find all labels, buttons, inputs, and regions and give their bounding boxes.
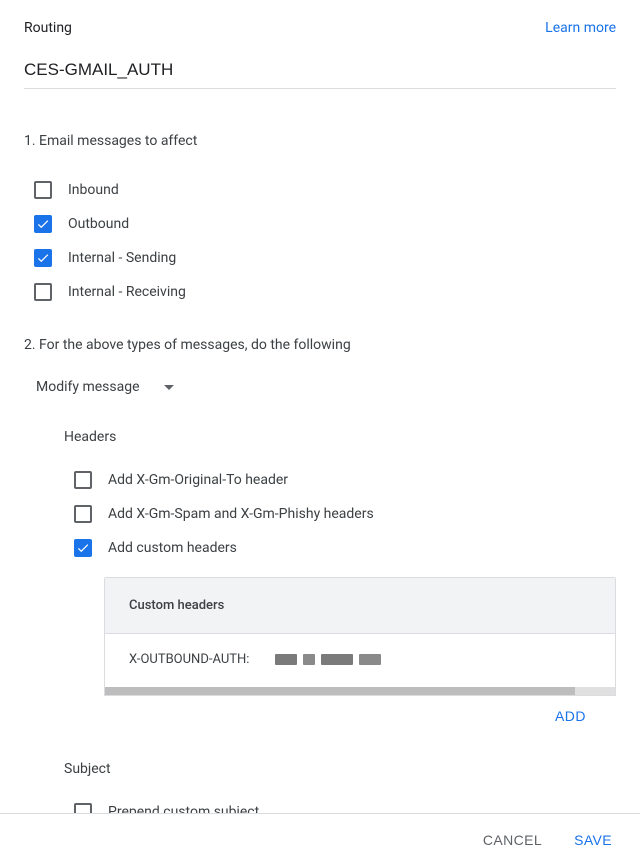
dialog-title: Routing: [24, 20, 72, 36]
checkbox-row-inbound[interactable]: Inbound: [24, 173, 616, 207]
cancel-button[interactable]: CANCEL: [479, 824, 546, 856]
checkbox-custom-headers[interactable]: [74, 539, 92, 557]
redacted-value: [275, 654, 297, 665]
horizontal-scrollbar[interactable]: [105, 687, 615, 695]
checkbox-inbound[interactable]: [34, 181, 52, 199]
checkbox-prepend-subject[interactable]: [74, 803, 92, 813]
checkbox-row-outbound[interactable]: Outbound: [24, 207, 616, 241]
add-header-row: ADD: [24, 696, 616, 725]
checkbox-label: Inbound: [68, 182, 119, 198]
checkbox-row-original-to[interactable]: Add X-Gm-Original-To header: [24, 463, 616, 497]
action-dropdown-label: Modify message: [36, 379, 140, 395]
headers-section-label: Headers: [64, 429, 616, 445]
save-button[interactable]: SAVE: [570, 824, 616, 856]
custom-headers-title: Custom headers: [105, 578, 615, 634]
redacted-value: [303, 654, 315, 665]
section-2-title: 2. For the above types of messages, do t…: [24, 337, 616, 353]
checkbox-row-internal-receiving[interactable]: Internal - Receiving: [24, 275, 616, 309]
checkbox-label: Internal - Receiving: [68, 284, 186, 300]
checkbox-row-spam-phishy[interactable]: Add X-Gm-Spam and X-Gm-Phishy headers: [24, 497, 616, 531]
dialog-scroll-area[interactable]: Routing Learn more 1. Email messages to …: [0, 0, 640, 813]
section-1-title: 1. Email messages to affect: [24, 133, 616, 149]
checkbox-outbound[interactable]: [34, 215, 52, 233]
redacted-value: [359, 654, 381, 665]
checkbox-row-custom-headers[interactable]: Add custom headers: [24, 531, 616, 565]
add-header-button[interactable]: ADD: [555, 708, 586, 724]
checkbox-label: Add X-Gm-Original-To header: [108, 472, 288, 488]
checkbox-row-internal-sending[interactable]: Internal - Sending: [24, 241, 616, 275]
checkbox-internal-sending[interactable]: [34, 249, 52, 267]
dialog-header: Routing Learn more: [24, 20, 616, 36]
rule-name-input[interactable]: [24, 54, 616, 89]
checkbox-label: Add X-Gm-Spam and X-Gm-Phishy headers: [108, 506, 374, 522]
custom-header-key: X-OUTBOUND-AUTH:: [129, 652, 249, 667]
checkbox-original-to[interactable]: [74, 471, 92, 489]
subject-section-label: Subject: [64, 761, 616, 777]
chevron-down-icon: [164, 385, 174, 390]
checkbox-label: Prepend custom subject: [108, 804, 259, 813]
checkbox-row-prepend-subject[interactable]: Prepend custom subject: [24, 795, 616, 813]
checkbox-label: Internal - Sending: [68, 250, 176, 266]
custom-headers-panel: Custom headers X-OUTBOUND-AUTH:: [104, 577, 616, 696]
checkbox-internal-receiving[interactable]: [34, 283, 52, 301]
learn-more-link[interactable]: Learn more: [545, 20, 616, 36]
dialog-footer: CANCEL SAVE: [0, 813, 640, 866]
redacted-value: [321, 654, 353, 665]
custom-header-entry[interactable]: X-OUTBOUND-AUTH:: [105, 634, 615, 687]
checkbox-label: Outbound: [68, 216, 129, 232]
action-dropdown[interactable]: Modify message: [24, 371, 616, 403]
checkbox-label: Add custom headers: [108, 540, 237, 556]
checkbox-spam-phishy[interactable]: [74, 505, 92, 523]
